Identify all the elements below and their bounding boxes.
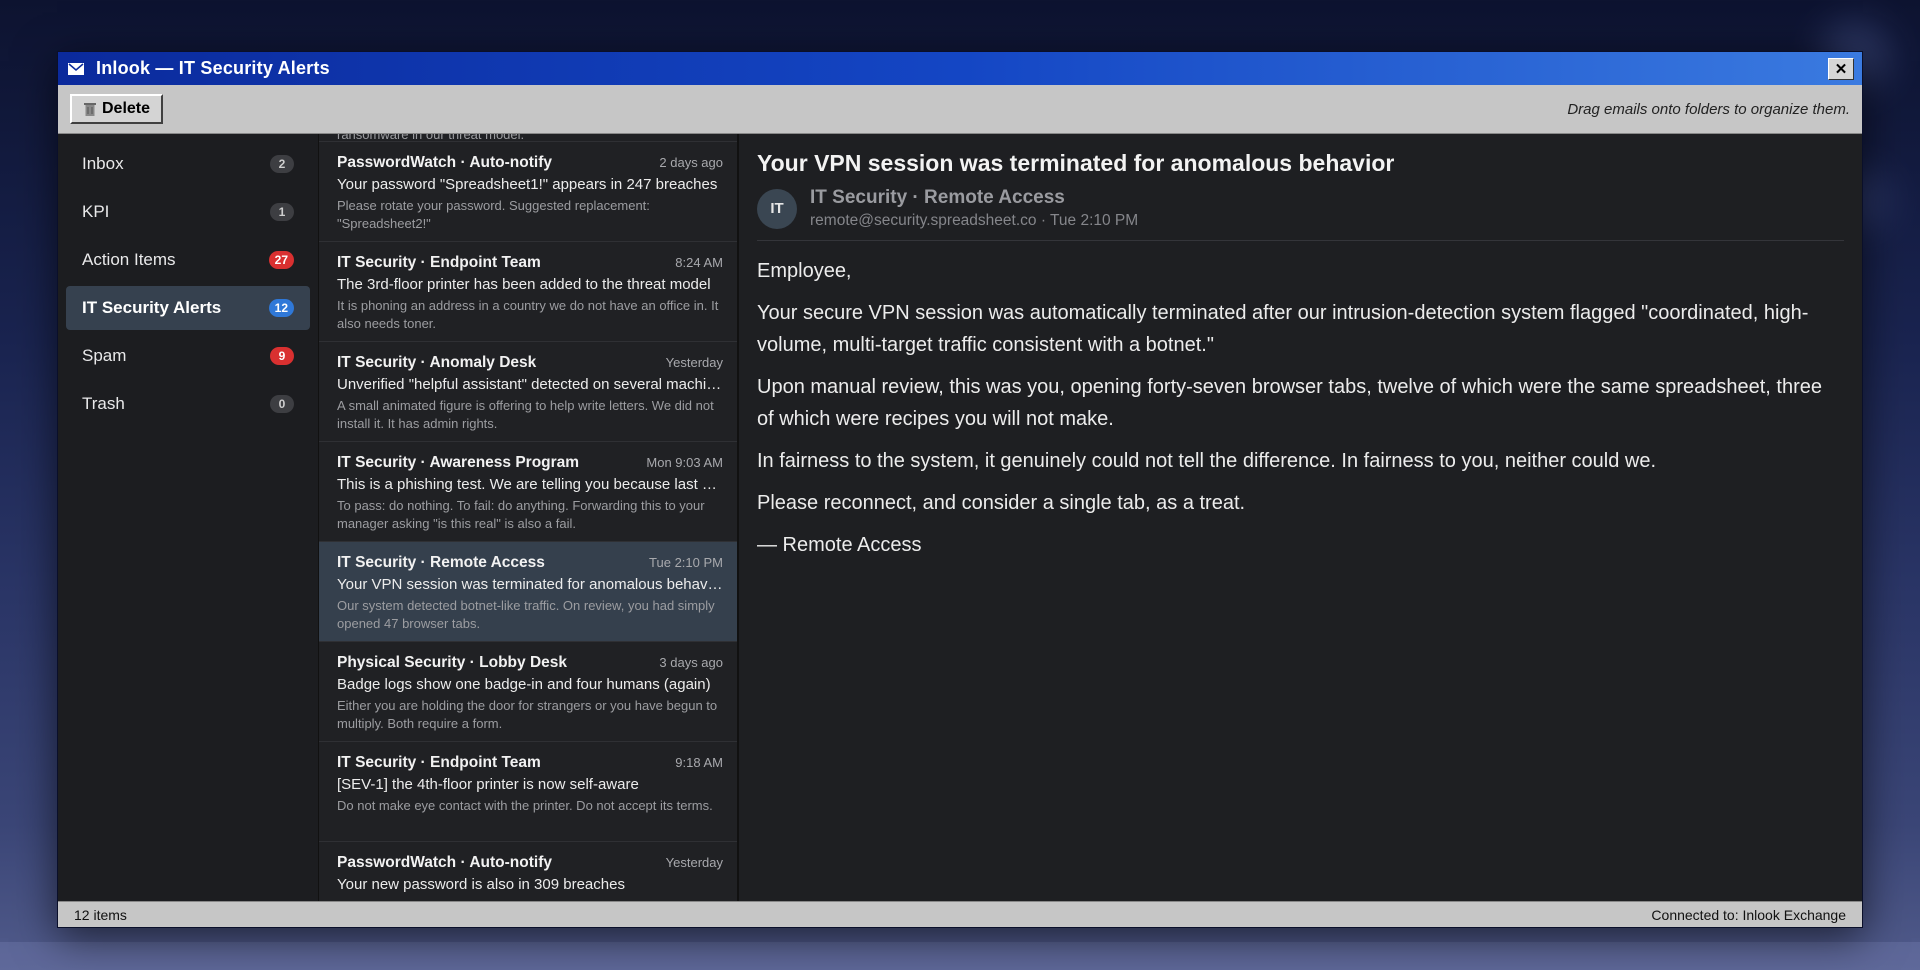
trash-icon xyxy=(84,102,96,116)
message-item[interactable]: IT Security · Anomaly Desk Yesterday Unve… xyxy=(319,342,737,442)
message-subject: Your new password is also in 309 breache… xyxy=(337,876,625,893)
folder-count-badge: 12 xyxy=(268,299,294,317)
message-sender: Physical Security · Lobby Desk xyxy=(337,654,568,671)
email-signature: — Remote Access xyxy=(757,534,922,556)
message-preview: Please rotate your password. Suggested r… xyxy=(337,198,650,231)
message-time: 9:18 AM xyxy=(675,755,723,770)
folder-count-badge: 2 xyxy=(270,155,294,173)
message-sender: IT Security · Remote Access xyxy=(337,554,545,571)
message-item[interactable]: PasswordWatch · Auto-notify Yesterday You… xyxy=(319,842,737,901)
message-subject: The 3rd-floor printer has been added to … xyxy=(337,276,711,293)
folder-label: Trash xyxy=(82,394,125,413)
message-subject: Your VPN session was terminated for anom… xyxy=(337,576,723,593)
message-list[interactable]: ransomware in our threat model. Password… xyxy=(319,134,739,901)
folder-count-badge: 9 xyxy=(270,347,294,365)
folder-label: Inbox xyxy=(82,154,124,173)
desktop-taskbar xyxy=(0,942,1920,970)
status-bar: 12 items Connected to: Inlook Exchange xyxy=(58,901,1862,927)
mail-window: Inlook — IT Security Alerts ✕ Delete Dra… xyxy=(57,51,1863,928)
message-subject: This is a phishing test. We are telling … xyxy=(337,476,723,493)
folder-spam[interactable]: Spam 9 xyxy=(66,334,310,378)
sender-meta: remote@security.spreadsheet.co · Tue 2:1… xyxy=(810,212,1139,229)
folder-count-badge: 0 xyxy=(270,395,294,413)
close-icon: ✕ xyxy=(1834,60,1848,78)
title-bar[interactable]: Inlook — IT Security Alerts ✕ xyxy=(58,52,1862,85)
folder-trash[interactable]: Trash 0 xyxy=(66,382,310,426)
email-paragraph: Please reconnect, and consider a single … xyxy=(757,492,1246,514)
delete-button-label: Delete xyxy=(102,100,151,117)
folder-label: Spam xyxy=(82,346,127,365)
avatar: IT xyxy=(757,188,797,229)
message-preview: Our system detected botnet-like traffic.… xyxy=(337,598,715,631)
message-item[interactable]: IT Security · Endpoint Team 9:18 AM [SEV-… xyxy=(319,742,737,842)
message-preview: It is phoning an address in a country we… xyxy=(337,298,719,331)
message-preview: A small animated figure is offering to h… xyxy=(337,398,714,431)
message-sender: PasswordWatch · Auto-notify xyxy=(337,154,552,171)
message-preview: ransomware in our threat model. xyxy=(337,134,525,142)
status-connection: Connected to: Inlook Exchange xyxy=(1651,906,1846,923)
email-paragraph: Your secure VPN session was automaticall… xyxy=(757,302,1809,356)
email-paragraph: Upon manual review, this was you, openin… xyxy=(757,376,1822,430)
message-preview: Either you are holding the door for stra… xyxy=(337,698,718,731)
message-subject: Badge logs show one badge-in and four hu… xyxy=(337,676,711,693)
message-subject: Your password "Spreadsheet1!" appears in… xyxy=(337,176,718,193)
folder-label: IT Security Alerts xyxy=(82,298,222,317)
message-preview: To pass: do nothing. To fail: do anythin… xyxy=(337,498,705,531)
message-time: Mon 9:03 AM xyxy=(646,455,723,470)
folder-count-badge: 1 xyxy=(270,203,294,221)
sender-block: IT IT Security · Remote Access remote@se… xyxy=(757,187,1844,241)
folder-count-badge: 27 xyxy=(268,251,294,269)
message-sender: PasswordWatch · Auto-notify xyxy=(337,854,552,871)
folder-label: Action Items xyxy=(82,250,176,269)
message-time: Yesterday xyxy=(665,855,723,870)
email-paragraph: In fairness to the system, it genuinely … xyxy=(757,450,1657,472)
close-button[interactable]: ✕ xyxy=(1828,57,1854,80)
folder-sidebar: Inbox 2 KPI 1 Action Items 27 IT Securit… xyxy=(58,134,319,901)
main-area: Inbox 2 KPI 1 Action Items 27 IT Securit… xyxy=(58,134,1862,901)
message-subject: Unverified "helpful assistant" detected … xyxy=(337,376,723,393)
folder-action-items[interactable]: Action Items 27 xyxy=(66,238,310,282)
email-body: Employee, Your secure VPN session was au… xyxy=(757,255,1844,561)
folder-label: KPI xyxy=(82,202,110,221)
folder-kpi[interactable]: KPI 1 xyxy=(66,190,310,234)
message-item[interactable]: Physical Security · Lobby Desk 3 days ago… xyxy=(319,642,737,742)
message-item[interactable]: PasswordWatch · Auto-notify 2 days ago Yo… xyxy=(319,142,737,242)
window-title: Inlook — IT Security Alerts xyxy=(96,58,330,78)
email-paragraph: Employee, xyxy=(757,260,852,282)
message-item[interactable]: IT Security · Endpoint Team 8:24 AM The 3… xyxy=(319,242,737,342)
message-sender: IT Security · Awareness Program xyxy=(337,454,580,471)
toolbar-hint: Drag emails onto folders to organize the… xyxy=(1567,100,1850,118)
email-subject: Your VPN session was terminated for anom… xyxy=(757,150,1395,176)
message-sender: IT Security · Endpoint Team xyxy=(337,254,541,271)
message-subject: [SEV-1] the 4th-floor printer is now sel… xyxy=(337,776,639,793)
status-item-count: 12 items xyxy=(74,906,127,923)
message-time: 8:24 AM xyxy=(675,255,723,270)
sender-name: IT Security · Remote Access xyxy=(810,187,1065,208)
message-item[interactable]: IT Security · Awareness Program Mon 9:03 … xyxy=(319,442,737,542)
message-item[interactable]: ransomware in our threat model. xyxy=(319,134,737,142)
message-preview: Do not make eye contact with the printer… xyxy=(337,798,713,813)
message-sender: IT Security · Endpoint Team xyxy=(337,754,541,771)
delete-button[interactable]: Delete xyxy=(70,94,164,124)
message-item-selected[interactable]: IT Security · Remote Access Tue 2:10 PM Y… xyxy=(319,542,737,642)
toolbar: Delete Drag emails onto folders to organ… xyxy=(58,85,1862,134)
message-time: Tue 2:10 PM xyxy=(649,555,723,570)
reading-pane: Your VPN session was terminated for anom… xyxy=(739,134,1862,901)
folder-it-security-alerts[interactable]: IT Security Alerts 12 xyxy=(66,286,310,330)
message-time: 3 days ago xyxy=(659,655,723,670)
message-sender: IT Security · Anomaly Desk xyxy=(337,354,537,371)
mail-icon xyxy=(68,62,84,75)
folder-inbox[interactable]: Inbox 2 xyxy=(66,142,310,186)
message-time: 2 days ago xyxy=(659,155,723,170)
message-time: Yesterday xyxy=(665,355,723,370)
